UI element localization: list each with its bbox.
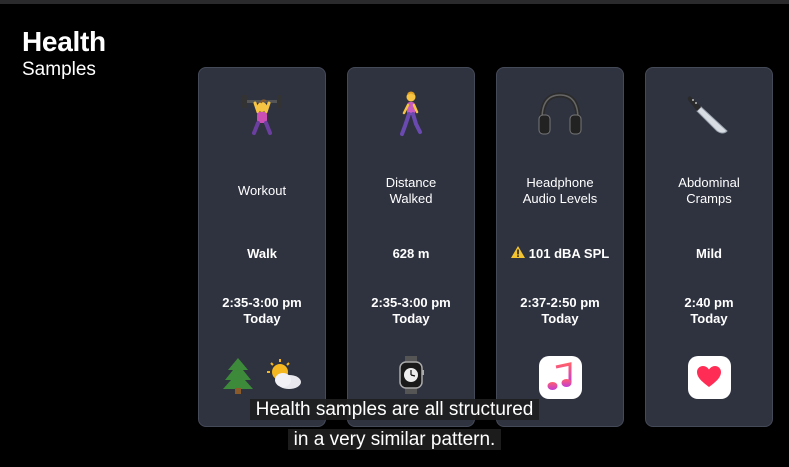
knife-icon <box>646 90 772 138</box>
sample-card-headphone-audio: Headphone Audio Levels 101 dBA SPL 2:37-… <box>496 67 624 427</box>
sample-value: 101 dBA SPL <box>501 246 619 262</box>
sample-value: Walk <box>203 246 321 262</box>
sample-type-line: Abdominal <box>678 175 740 190</box>
sample-value: Mild <box>650 246 768 262</box>
sample-card-distance-walked: Distance Walked 628 m 2:35-3:00 pm Today <box>347 67 475 427</box>
sample-time-range: 2:35-3:00 pm <box>371 295 451 310</box>
window-top-strip <box>0 0 789 4</box>
sample-sources <box>348 354 474 400</box>
sample-time-day: Today <box>541 311 579 326</box>
sample-value-text: Mild <box>696 246 722 261</box>
sample-value-text: 101 dBA SPL <box>528 246 610 261</box>
sample-sources <box>646 354 772 400</box>
sample-time-day: Today <box>243 311 281 326</box>
sample-value-text: Walk <box>247 246 277 261</box>
sample-type: Headphone Audio Levels <box>501 174 619 208</box>
sample-card-abdominal-cramps: Abdominal Cramps Mild 2:40 pm Today <box>645 67 773 427</box>
music-app-icon <box>538 355 582 399</box>
walking-person-icon <box>348 90 474 138</box>
apple-watch-icon <box>398 355 424 399</box>
sample-time-range: 2:35-3:00 pm <box>222 295 302 310</box>
sample-type: Workout <box>203 174 321 208</box>
sample-value: 628 m <box>352 246 470 262</box>
sample-time: 2:40 pm Today <box>650 295 768 327</box>
sample-card-workout: Workout Walk 2:35-3:00 pm Today <box>198 67 326 427</box>
sample-time: 2:35-3:00 pm Today <box>352 295 470 327</box>
sample-time-range: 2:40 pm <box>684 295 734 310</box>
sample-type-line: Audio Levels <box>522 191 598 206</box>
headphones-icon <box>497 90 623 138</box>
sample-type-line: Cramps <box>686 191 732 206</box>
page-header: Health Samples <box>22 26 106 81</box>
sample-type-line: Distance <box>385 175 437 190</box>
sample-type-line: Workout <box>237 183 287 198</box>
page-subtitle: Samples <box>22 59 96 80</box>
sample-value-text: 628 m <box>392 246 430 261</box>
page-title: Health <box>22 26 106 57</box>
sample-time-range: 2:37-2:50 pm <box>520 295 600 310</box>
sample-sources <box>199 354 325 400</box>
weightlifter-icon <box>199 90 325 138</box>
sample-time: 2:37-2:50 pm Today <box>501 295 619 327</box>
sample-type-line: Headphone <box>526 175 594 190</box>
sun-behind-cloud-icon <box>263 358 303 397</box>
sample-time-day: Today <box>392 311 430 326</box>
tree-icon <box>221 356 255 399</box>
warning-icon <box>510 246 525 262</box>
caption-line-2: in a very similar pattern. <box>287 429 502 450</box>
video-caption: Health samples are all structured in a v… <box>0 395 789 455</box>
health-app-icon <box>687 355 731 399</box>
sample-time: 2:35-3:00 pm Today <box>203 295 321 327</box>
sample-time-day: Today <box>690 311 728 326</box>
sample-sources <box>497 354 623 400</box>
caption-line-1: Health samples are all structured <box>249 399 540 420</box>
sample-type-line: Walked <box>389 191 433 206</box>
sample-type: Distance Walked <box>352 174 470 208</box>
sample-type: Abdominal Cramps <box>650 174 768 208</box>
